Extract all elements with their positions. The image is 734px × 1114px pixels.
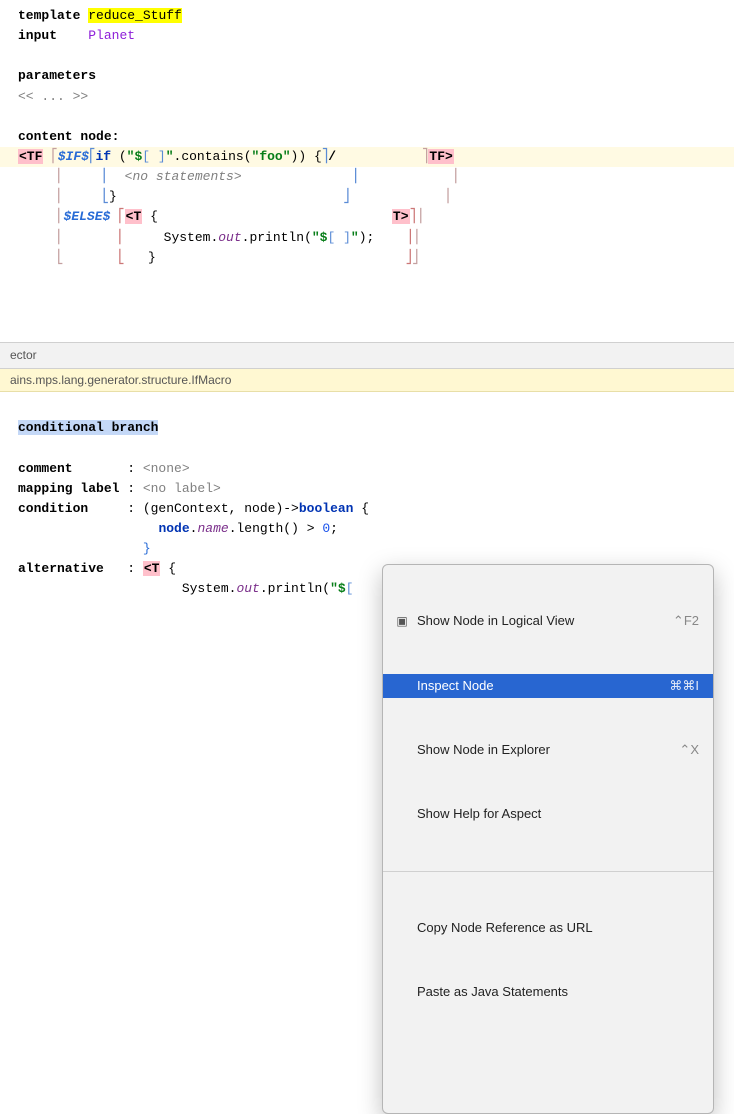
inspector-heading: conditional branch: [18, 420, 158, 435]
cond-zero: 0: [322, 521, 330, 536]
menu-shortcut: ⌘⌘I: [669, 676, 699, 696]
row-condition-key: condition: [18, 501, 88, 516]
row-mapping-val[interactable]: <no label>: [143, 481, 221, 496]
menu-shortcut: ⌃X: [679, 740, 699, 760]
menu-separator: [383, 871, 713, 872]
if-macro[interactable]: $IF$: [58, 149, 89, 164]
tf-open-tag[interactable]: <TF: [18, 149, 43, 164]
node-breadcrumb[interactable]: ains.mps.lang.generator.structure.IfMacr…: [0, 369, 734, 393]
label-parameters: parameters: [18, 68, 96, 83]
menu-item-show-help[interactable]: Show Help for Aspect: [383, 802, 713, 826]
input-type[interactable]: Planet: [88, 28, 135, 43]
menu-label: Show Node in Logical View: [417, 611, 673, 631]
menu-item-show-logical-view[interactable]: ▣ Show Node in Logical View ⌃F2: [383, 609, 713, 633]
cond-sig-open: (genContext, node)->: [143, 501, 299, 516]
contains-call: .contains(: [174, 149, 252, 164]
menu-label: Show Help for Aspect: [417, 804, 699, 824]
menu-item-paste-java[interactable]: Paste as Java Statements: [383, 980, 713, 1004]
alt-string-dollar: "$: [330, 581, 346, 596]
breadcrumb-text: ains.mps.lang.generator.structure.IfMacr…: [10, 373, 231, 387]
if-keyword: if: [95, 149, 111, 164]
brace-close-1: }: [109, 189, 117, 204]
println-system: System.: [164, 230, 219, 245]
cond-semi: ;: [330, 521, 338, 536]
menu-shortcut: ⌃F2: [673, 611, 699, 631]
println-out: out: [218, 230, 241, 245]
row-mapping-key: mapping label: [18, 481, 119, 496]
cond-length: .length() >: [229, 521, 323, 536]
menu-item-inspect-node[interactable]: Inspect Node ⌘⌘I: [383, 674, 713, 698]
label-input: input: [18, 28, 57, 43]
context-menu: ▣ Show Node in Logical View ⌃F2 Inspect …: [382, 564, 714, 1114]
string-foo: "foo": [252, 149, 291, 164]
row-comment-val[interactable]: <none>: [143, 461, 190, 476]
menu-item-copy-url[interactable]: Copy Node Reference as URL: [383, 916, 713, 940]
string-dollar: "$: [127, 149, 143, 164]
println-end: );: [359, 230, 375, 245]
alt-body-open: {: [160, 561, 176, 576]
cond-close: }: [143, 541, 151, 556]
tf-close-tag[interactable]: TF>: [428, 149, 453, 164]
brace-open-1: {: [314, 149, 322, 164]
row-alt-key: alternative: [18, 561, 104, 576]
row-comment-key: comment: [18, 461, 73, 476]
menu-label: Inspect Node: [417, 676, 669, 696]
println-call: .println(: [242, 230, 312, 245]
cond-body-open: {: [353, 501, 369, 516]
menu-item-show-explorer[interactable]: Show Node in Explorer ⌃X: [383, 738, 713, 762]
brace-close-2: }: [148, 250, 156, 265]
cond-name: name: [197, 521, 228, 536]
menu-item-more[interactable]: [383, 1044, 713, 1068]
string-close-1: ": [166, 149, 174, 164]
string-dollar-2: "$: [312, 230, 328, 245]
inspector-pane[interactable]: conditional branch comment : <none> mapp…: [0, 392, 734, 666]
menu-label: Copy Node Reference as URL: [417, 918, 699, 938]
slash: /: [328, 149, 336, 164]
no-statements[interactable]: <no statements>: [125, 169, 242, 184]
label-content-node: content node:: [18, 129, 119, 144]
node-icon: ▣: [393, 611, 411, 631]
alt-t-open[interactable]: <T: [143, 561, 161, 576]
cond-node: node: [158, 521, 189, 536]
menu-label: Show Node in Explorer: [417, 740, 679, 760]
cond-return-type: boolean: [299, 501, 354, 516]
editor-top-pane[interactable]: template reduce_Stuff input Planet param…: [0, 0, 734, 342]
inspector-toolbar-text: ector: [10, 348, 37, 362]
brace-open-2: {: [150, 209, 158, 224]
fold-marker[interactable]: << ... >>: [18, 89, 88, 104]
else-macro[interactable]: $ELSE$: [64, 209, 111, 224]
t-open-tag[interactable]: <T: [125, 209, 143, 224]
menu-label: Paste as Java Statements: [417, 982, 699, 1002]
string-close-2: ": [351, 230, 359, 245]
alt-println-system: System.: [182, 581, 237, 596]
t-close-tag[interactable]: T>: [392, 209, 410, 224]
alt-println-out: out: [236, 581, 259, 596]
alt-println-call: .println(: [260, 581, 330, 596]
inspector-toolbar: ector: [0, 342, 734, 369]
template-name[interactable]: reduce_Stuff: [88, 8, 182, 23]
label-template: template: [18, 8, 80, 23]
